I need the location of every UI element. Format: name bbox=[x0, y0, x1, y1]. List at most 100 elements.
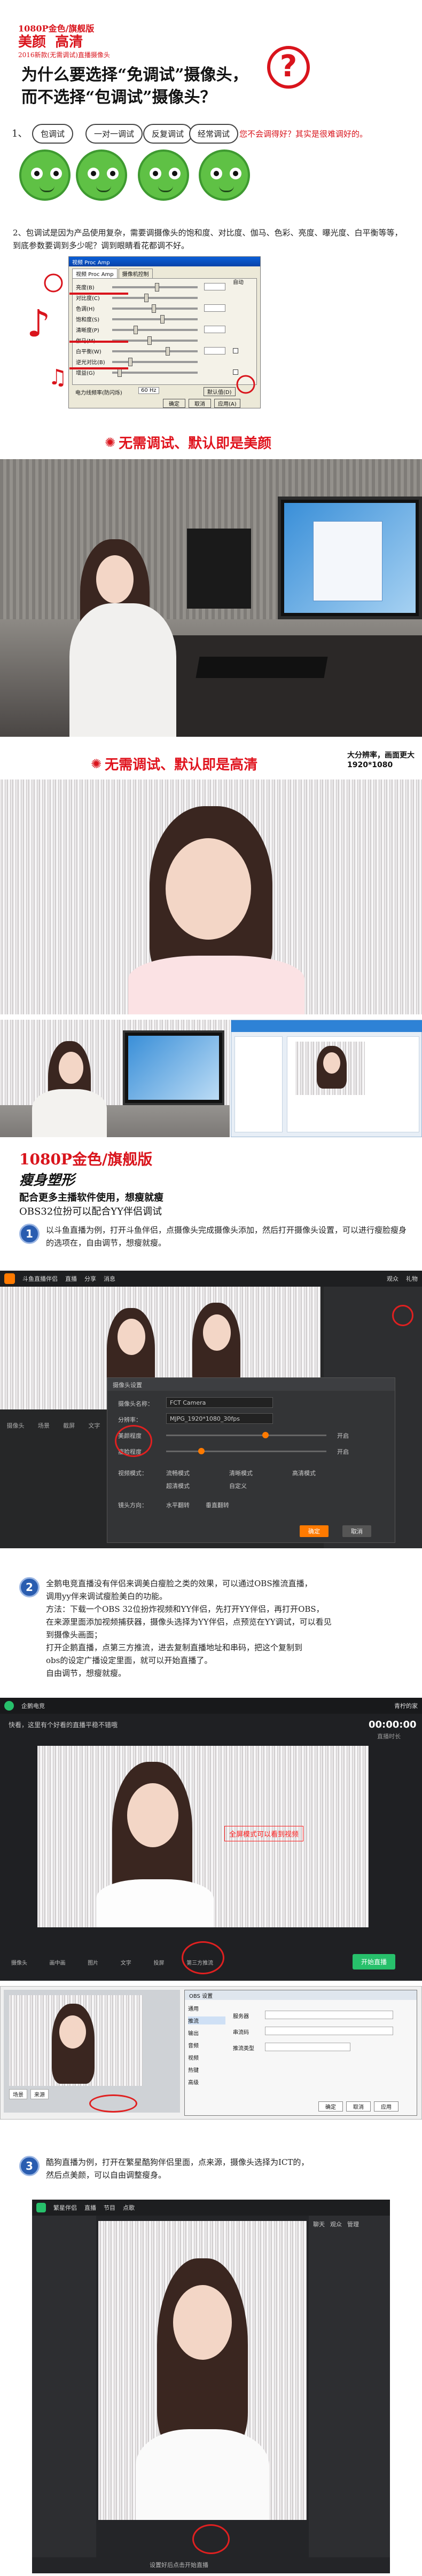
svg-text:♫: ♫ bbox=[48, 365, 67, 390]
obs-menu-item[interactable]: 推流 bbox=[188, 2016, 225, 2024]
kugou-app-name: 繁星伴侣 bbox=[53, 2204, 77, 2211]
mode-option[interactable]: 流畅模式 bbox=[166, 1469, 225, 1477]
step-2-line: 到摄像头画面； bbox=[46, 1630, 103, 1640]
penguin-tool[interactable]: 投屏 bbox=[153, 1958, 164, 1966]
step-2-line: 调用yy伴来调试瘦脸美白的功能。 bbox=[46, 1592, 167, 1601]
toolbar-screenshot[interactable]: 截屏 bbox=[63, 1421, 75, 1430]
step-3: 3 酷狗直播为例，打开在繁星酷狗伴侣里面，点来源，摄像头选择为ICT的， 然后点… bbox=[19, 2156, 409, 2181]
obs-ok-button[interactable]: 确定 bbox=[318, 2101, 343, 2112]
douyu-tab-msg[interactable]: 消息 bbox=[104, 1274, 115, 1283]
cat-icon-4 bbox=[199, 149, 250, 201]
penguin-logo-icon bbox=[4, 1701, 14, 1711]
section-beauty-text: 无需调试、默认即是美颜 bbox=[119, 436, 272, 452]
kugou-right-tab[interactable]: 管理 bbox=[347, 2220, 359, 2228]
penguin-preview: 全屏模式可以看到视频 bbox=[37, 1746, 369, 1927]
douyu-tab-live[interactable]: 直播 bbox=[65, 1274, 77, 1283]
question-line-2: 而不选择“包调试”摄像头？ bbox=[21, 88, 216, 107]
obs-menu-item[interactable]: 高级 bbox=[188, 2078, 225, 2086]
photo-collage-left bbox=[0, 1020, 230, 1137]
obs-tab-sources[interactable]: 来源 bbox=[30, 2089, 49, 2099]
resolution-select[interactable]: MJPG_1920*1080_30fps bbox=[166, 1413, 273, 1424]
obs-type-select[interactable] bbox=[265, 2043, 350, 2051]
star-burst-icon: ✺ bbox=[91, 756, 102, 771]
mode-option[interactable]: 自定义 bbox=[229, 1482, 288, 1490]
cat-icon-2 bbox=[76, 149, 127, 201]
obs-cancel-button[interactable]: 取消 bbox=[346, 2101, 371, 2112]
douyu-titlebar: 斗鱼直播伴侣 直播 分享 消息 观众 礼物 bbox=[0, 1271, 422, 1287]
keyboard bbox=[196, 657, 328, 678]
step-3-badge: 3 bbox=[19, 2156, 40, 2176]
penguin-tool[interactable]: 摄像头 bbox=[11, 1958, 27, 1966]
bubble-4: 经常调试 bbox=[189, 124, 239, 144]
step-3-line: 然后点美颜，可以自由调整瘦身。 bbox=[46, 2170, 167, 2180]
slim-toggle[interactable]: 开启 bbox=[337, 1447, 349, 1456]
rotate-option[interactable]: 水平翻转 bbox=[166, 1501, 190, 1509]
kugou-tab[interactable]: 直播 bbox=[84, 2203, 96, 2212]
beauty-slider[interactable] bbox=[166, 1432, 326, 1438]
point-1-number: 1、 bbox=[12, 128, 28, 139]
step-2-line: obs的设定广播设定里面，就可以开始直播了。 bbox=[46, 1656, 213, 1665]
kugou-right-tab[interactable]: 观众 bbox=[330, 2220, 342, 2228]
product-line-3: 配合更多主播软件使用，想瘦就瘦 bbox=[19, 1192, 163, 1203]
mode-option[interactable]: 清晰模式 bbox=[229, 1469, 288, 1477]
douyu-tab-share[interactable]: 分享 bbox=[84, 1274, 96, 1283]
note-line-2: 1920*1080 bbox=[347, 761, 393, 769]
toolbar-camera[interactable]: 摄像头 bbox=[7, 1421, 25, 1430]
section-hd-title: ✺ 无需调试、默认即是高清 bbox=[91, 754, 257, 774]
tag-line-1: 1080P金色/旗舰版 bbox=[18, 23, 95, 34]
obs-menu-item[interactable]: 音频 bbox=[188, 2041, 225, 2049]
kugou-right-tab[interactable]: 聊天 bbox=[313, 2220, 325, 2228]
kugou-preview bbox=[98, 2221, 307, 2520]
bubble-3: 反复调试 bbox=[143, 124, 193, 144]
step-2-line: 全鹅电竞直播没有伴侣来调美白瘦脸之类的效果，可以通过OBS推流直播， bbox=[46, 1579, 312, 1588]
kugou-tab[interactable]: 节目 bbox=[104, 2203, 115, 2212]
obs-menu-item[interactable]: 通用 bbox=[188, 2004, 225, 2012]
highlight-circle bbox=[392, 1305, 413, 1326]
penguin-start-button[interactable]: 开始直播 bbox=[353, 1954, 396, 1970]
slim-highlight-circle bbox=[115, 1425, 152, 1457]
photo-collage-app bbox=[231, 1020, 422, 1137]
camera-cancel-button[interactable]: 取消 bbox=[342, 1525, 371, 1537]
toolbar-text[interactable]: 文字 bbox=[88, 1421, 100, 1430]
douyu-toolbar: 摄像头 场景 截屏 文字 bbox=[0, 1409, 107, 1441]
obs-tab-scenes[interactable]: 场景 bbox=[9, 2089, 27, 2099]
svg-text:♪: ♪ bbox=[27, 302, 51, 345]
obs-field-label: 服务器 bbox=[233, 2014, 249, 2020]
penguin-tool[interactable]: 图片 bbox=[88, 1958, 98, 1966]
step-1-text: 以斗鱼直播为例，打开斗鱼伴侣，点摄像头完成摄像头添加，然后打开摄像头设置，可以进… bbox=[46, 1225, 407, 1248]
obs-window: 场景 来源 OBS 设置 通用 推流 输出 音频 视频 热键 高级 服务器 串流… bbox=[0, 1986, 422, 2120]
douyu-app-window: 斗鱼直播伴侣 直播 分享 消息 观众 礼物 摄像头 场景 截屏 文字 摄像头设置 bbox=[0, 1271, 422, 1548]
rotate-option[interactable]: 垂直翻转 bbox=[206, 1501, 229, 1509]
device-select[interactable]: FCT Camera bbox=[166, 1397, 273, 1408]
beauty-toggle[interactable]: 开启 bbox=[337, 1431, 349, 1440]
kugou-status: 设置好后点击开始直播 bbox=[150, 2562, 208, 2569]
penguin-tool[interactable]: 画中画 bbox=[49, 1958, 65, 1966]
section-beauty-title: ✺ 无需调试、默认即是美颜 bbox=[105, 432, 271, 452]
camera-confirm-button[interactable]: 确定 bbox=[300, 1525, 329, 1537]
kugou-tab[interactable]: 点歌 bbox=[123, 2203, 135, 2212]
obs-menu-item[interactable]: 热键 bbox=[188, 2066, 225, 2074]
douyu-right-tab-viewers[interactable]: 观众 bbox=[387, 1274, 398, 1283]
star-burst-icon: ✺ bbox=[105, 435, 116, 450]
obs-menu-item[interactable]: 输出 bbox=[188, 2029, 225, 2037]
obs-server-input[interactable] bbox=[265, 2011, 393, 2019]
toolbar-scene[interactable]: 场景 bbox=[38, 1421, 50, 1430]
slim-slider[interactable] bbox=[166, 1448, 326, 1454]
device-label: 摄像头名称： bbox=[118, 1400, 153, 1407]
obs-apply-button[interactable]: 应用 bbox=[374, 2101, 398, 2112]
step-2-text: 全鹅电竞直播没有伴侣来调美白瘦脸之类的效果，可以通过OBS推流直播， 调用yy伴… bbox=[46, 1577, 409, 1680]
douyu-app-name: 斗鱼直播伴侣 bbox=[22, 1275, 58, 1282]
kugou-left-panel bbox=[32, 2216, 96, 2557]
resolution-label: 分辨率： bbox=[118, 1416, 142, 1423]
mode-option[interactable]: 超清模式 bbox=[166, 1482, 225, 1490]
penguin-tool[interactable]: 文字 bbox=[121, 1958, 131, 1966]
penguin-user[interactable]: 青柠的家 bbox=[394, 1701, 418, 1710]
obs-key-input[interactable] bbox=[265, 2027, 393, 2035]
douyu-right-tab-gifts[interactable]: 礼物 bbox=[406, 1274, 418, 1283]
product-line-1: 1080P金色/旗舰版 bbox=[19, 1151, 153, 1168]
penguin-notice: 快看，这里有个好看的直播平稳不错哦 bbox=[9, 1721, 118, 1729]
camera-dialog-title: 摄像头设置 bbox=[107, 1378, 395, 1391]
obs-menu-item[interactable]: 视频 bbox=[188, 2053, 225, 2061]
section-hd-text: 无需调试、默认即是高清 bbox=[105, 757, 258, 773]
mode-option[interactable]: 高清模式 bbox=[292, 1469, 351, 1477]
